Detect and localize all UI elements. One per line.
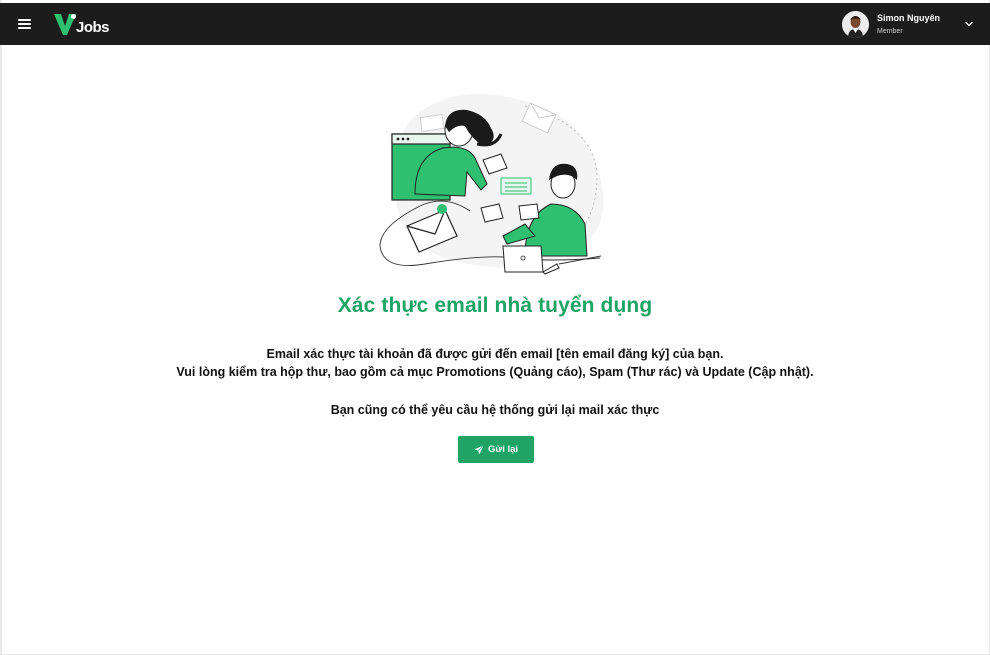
- description-line-2: Vui lòng kiểm tra hộp thư, bao gồm cả mụ…: [176, 365, 814, 379]
- chevron-down-icon[interactable]: [964, 19, 974, 29]
- page-title: Xác thực email nhà tuyển dụng: [337, 294, 653, 317]
- paper-plane-icon: [474, 444, 484, 454]
- hamburger-menu-icon[interactable]: [15, 16, 35, 32]
- avatar: [841, 10, 869, 38]
- logo-v-mark-icon: [54, 14, 76, 35]
- resend-hint: Bạn cũng có thể yêu cầu hệ thống gửi lại…: [330, 403, 660, 417]
- user-menu[interactable]: Simon Nguyên Member: [841, 9, 974, 39]
- user-role: Member: [876, 27, 903, 35]
- top-navigation-bar: Jobs Simon Nguyên Member: [0, 3, 990, 45]
- resend-button-label: Gửi lại: [487, 444, 519, 455]
- logo-text: Jobs: [76, 19, 110, 36]
- description-line-1: Email xác thực tài khoản đã được gửi đến…: [266, 347, 724, 361]
- user-name: Simon Nguyên: [876, 12, 940, 23]
- vjobs-logo[interactable]: Jobs: [52, 11, 110, 37]
- verification-description: Email xác thực tài khoản đã được gửi đến…: [0, 345, 990, 381]
- email-verification-illustration: [375, 86, 615, 276]
- resend-button[interactable]: Gửi lại: [458, 436, 534, 463]
